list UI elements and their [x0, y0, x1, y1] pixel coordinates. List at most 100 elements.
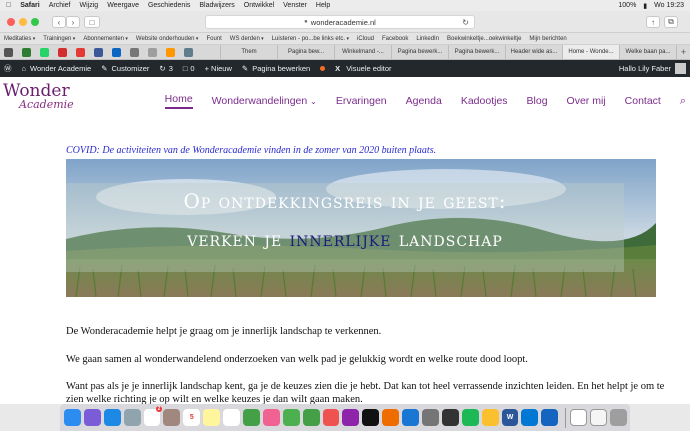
tv-icon[interactable]: [362, 409, 380, 426]
whatsapp-icon[interactable]: [40, 47, 49, 57]
wp-updates[interactable]: ↻ 3: [159, 64, 172, 73]
address-bar[interactable]: ● wonderacademie.nl ↻: [205, 15, 475, 29]
wp-comments[interactable]: □ 0: [183, 64, 195, 73]
seo-status-icon[interactable]: [320, 66, 326, 71]
new-tab-button[interactable]: +: [676, 45, 690, 59]
share-icon[interactable]: ↑: [646, 16, 660, 28]
pinned-tab-icon[interactable]: [22, 47, 31, 57]
facebook-icon[interactable]: [94, 47, 103, 57]
nav-agenda[interactable]: Agenda: [406, 95, 442, 107]
podcasts-icon[interactable]: [342, 409, 360, 426]
menu-item-geschiedenis[interactable]: Geschiedenis: [148, 2, 190, 9]
zoom-window-icon[interactable]: [31, 18, 39, 26]
reload-icon[interactable]: ↻: [462, 18, 469, 27]
wp-new-content[interactable]: + Nieuw: [205, 64, 232, 73]
nav-home[interactable]: Home: [164, 93, 193, 109]
clock[interactable]: Wo 19:23: [654, 2, 684, 9]
menu-item-ontwikkel[interactable]: Ontwikkel: [244, 2, 274, 9]
app-icon[interactable]: [541, 409, 559, 426]
launchpad-icon[interactable]: [123, 409, 141, 426]
search-icon[interactable]: ⌕: [680, 95, 686, 108]
books-icon[interactable]: [382, 409, 400, 426]
battery-percentage[interactable]: 100%: [618, 2, 636, 9]
linkedin-icon[interactable]: [112, 47, 121, 57]
pinned-tab-icon[interactable]: [148, 47, 157, 57]
activity-monitor-icon[interactable]: [441, 409, 459, 426]
nav-kadootjes[interactable]: Kadootjes: [461, 95, 508, 107]
nav-ervaringen[interactable]: Ervaringen: [336, 95, 387, 107]
sidebar-toggle-icon[interactable]: □: [84, 16, 100, 28]
pinned-tab-icon[interactable]: [184, 47, 193, 57]
wp-site-name[interactable]: ⌂ Wonder Academie: [22, 64, 92, 73]
tab-item-active[interactable]: Home - Wonde...: [562, 45, 619, 59]
nav-wonderwandelingen[interactable]: Wonderwandelingen ⌄: [212, 95, 317, 107]
menu-item-archief[interactable]: Archief: [49, 2, 71, 9]
favorite-ws-derden[interactable]: WS derden: [230, 36, 264, 42]
tab-item[interactable]: Welke baan pa...: [619, 45, 676, 59]
finder-icon[interactable]: [64, 409, 81, 426]
app-store-icon[interactable]: [402, 409, 420, 426]
forward-button[interactable]: ›: [66, 16, 80, 28]
favorite-trainingen[interactable]: Trainingen: [43, 36, 75, 42]
favorite-icloud[interactable]: iCloud: [357, 36, 374, 42]
photos-icon[interactable]: [262, 409, 280, 426]
tab-item[interactable]: Pagina bew...: [277, 45, 334, 59]
pinned-tab-icon[interactable]: [166, 47, 175, 57]
mail-icon[interactable]: 2: [143, 406, 163, 426]
menu-item-venster[interactable]: Venster: [283, 2, 307, 9]
wp-edit-page[interactable]: ✎ Pagina bewerken: [242, 64, 310, 73]
wordpress-icon[interactable]: Ⓦ: [4, 63, 12, 74]
reminders-icon[interactable]: [223, 409, 241, 426]
favorite-website-onderhouden[interactable]: Website onderhouden: [136, 36, 199, 42]
favorite-boekwinkeltje[interactable]: Boekwinkeltje...oekwinkeltje: [447, 36, 521, 42]
favorite-linkedin[interactable]: LinkedIn: [416, 36, 439, 42]
notes-icon[interactable]: [203, 409, 221, 426]
menu-item-weergave[interactable]: Weergave: [107, 2, 139, 9]
tab-item[interactable]: Pagina bewerk...: [448, 45, 505, 59]
menu-app-name[interactable]: Safari: [20, 2, 39, 9]
site-logo[interactable]: Wonder Academie: [3, 81, 83, 117]
tab-item[interactable]: Header wide as...: [505, 45, 562, 59]
word-icon[interactable]: W: [501, 409, 519, 426]
siri-icon[interactable]: [83, 409, 101, 426]
pinned-tab-icon[interactable]: [4, 47, 13, 57]
tab-item[interactable]: Pagina bewerk...: [391, 45, 448, 59]
messages-icon[interactable]: [282, 409, 300, 426]
close-window-icon[interactable]: [7, 18, 15, 26]
favorite-luisteren[interactable]: Luisteren - po...be links etc.: [272, 36, 349, 42]
favorite-facebook[interactable]: Facebook: [382, 36, 408, 42]
menu-item-help[interactable]: Help: [316, 2, 330, 9]
favorite-mijn-berichten[interactable]: Mijn berichten: [529, 36, 566, 42]
url-text[interactable]: wonderacademie.nl: [311, 18, 376, 27]
spotify-icon[interactable]: [461, 409, 479, 426]
nav-over-mij[interactable]: Over mij: [567, 95, 606, 107]
document-icon[interactable]: [570, 409, 588, 426]
outlook-icon[interactable]: [521, 409, 539, 426]
nav-blog[interactable]: Blog: [527, 95, 548, 107]
tab-item[interactable]: Them: [220, 45, 277, 59]
nav-contact[interactable]: Contact: [625, 95, 661, 107]
facetime-icon[interactable]: [302, 409, 320, 426]
contacts-icon[interactable]: [163, 409, 181, 426]
calendar-icon[interactable]: 5: [183, 409, 201, 426]
downloads-icon[interactable]: [590, 409, 608, 426]
tab-overview-icon[interactable]: ⧉: [664, 16, 678, 28]
system-preferences-icon[interactable]: [422, 409, 439, 426]
maps-icon[interactable]: [243, 409, 260, 426]
pinned-tab-icon[interactable]: [58, 47, 67, 57]
favorite-meditaties[interactable]: Meditaties: [4, 36, 35, 42]
pinned-tab-icon[interactable]: [76, 47, 85, 57]
back-button[interactable]: ‹: [52, 16, 66, 28]
chrome-icon[interactable]: [481, 409, 499, 426]
tab-item[interactable]: Winkelmand -...: [334, 45, 391, 59]
wp-account[interactable]: Hallo Lily Faber: [619, 63, 690, 74]
minimize-window-icon[interactable]: [19, 18, 27, 26]
menu-item-wijzig[interactable]: Wijzig: [80, 2, 99, 9]
music-icon[interactable]: [322, 409, 340, 426]
trash-icon[interactable]: [610, 409, 627, 426]
safari-icon[interactable]: [103, 409, 121, 426]
menu-item-bladwijzers[interactable]: Bladwijzers: [199, 2, 234, 9]
favorite-fount[interactable]: Fount: [206, 36, 221, 42]
favorite-abonnementen[interactable]: Abonnementen: [83, 36, 128, 42]
apple-menu-icon[interactable]: : [6, 2, 11, 9]
